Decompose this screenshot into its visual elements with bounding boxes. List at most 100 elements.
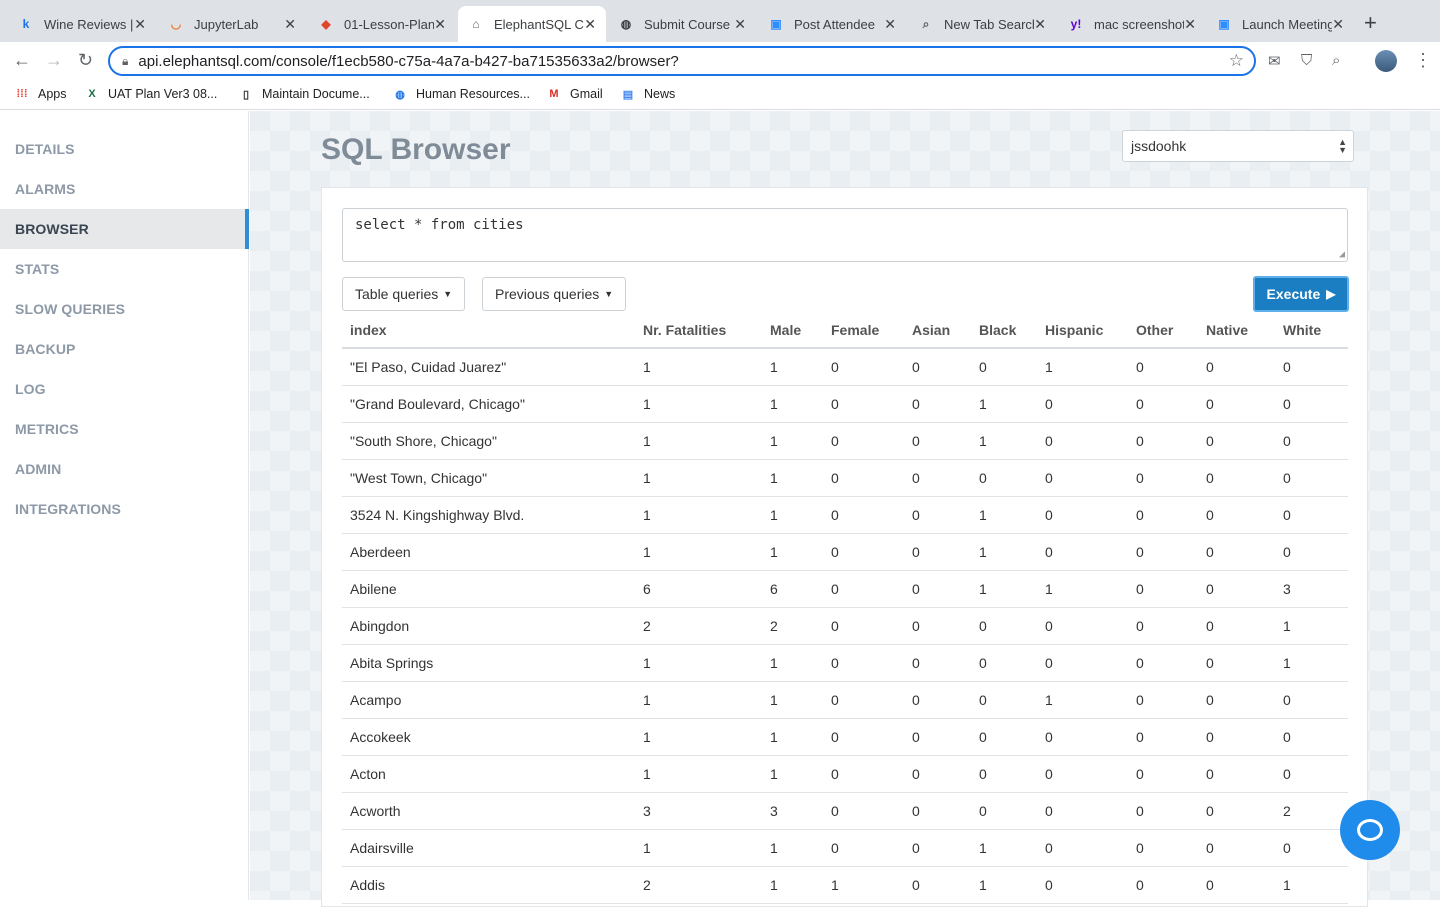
table-cell: 1 [762, 496, 823, 534]
column-header[interactable]: Native [1198, 312, 1275, 349]
table-row: Acton 1 1 0 0 0 0 0 0 0 [342, 755, 1348, 793]
sidebar-item-stats[interactable]: STATS [0, 249, 249, 289]
database-select-value: jssdoohk [1131, 138, 1187, 154]
previous-queries-button[interactable]: Previous queries ▼ [482, 277, 627, 311]
sidebar-item-metrics[interactable]: METRICS [0, 409, 249, 449]
table-cell: 0 [1198, 829, 1275, 867]
shield-extension-icon[interactable]: ⛉ [1301, 52, 1312, 69]
browser-tab[interactable]: ⌂ ElephantSQL C ✕ [458, 6, 606, 42]
close-icon[interactable]: ✕ [434, 16, 446, 33]
lock-icon: 🔒︎ [122, 53, 129, 68]
close-icon[interactable]: ✕ [1332, 16, 1344, 33]
table-cell: 1 [762, 829, 823, 867]
table-cell: 0 [823, 533, 904, 571]
sidebar-item-integrations[interactable]: INTEGRATIONS [0, 489, 249, 529]
table-cell: 0 [1128, 533, 1198, 571]
zoom-magnifier-icon[interactable]: ⌕ [1332, 52, 1340, 69]
results-table: index Nr. Fatalities Male Female Asian Black H… [342, 312, 1348, 904]
bookmark-item[interactable]: ▤ News [620, 86, 675, 102]
column-header[interactable]: Male [762, 312, 823, 349]
table-cell: 1 [971, 570, 1037, 608]
bookmark-item[interactable]: M Gmail [546, 86, 603, 102]
table-cell: 0 [1128, 755, 1198, 793]
close-icon[interactable]: ✕ [584, 16, 596, 33]
results-header-row: index Nr. Fatalities Male Female Asian Black H… [342, 312, 1348, 349]
mail-extension-icon[interactable]: ✉ [1268, 52, 1281, 70]
table-cell: 0 [1128, 829, 1198, 867]
sidebar-item-admin[interactable]: ADMIN [0, 449, 249, 489]
browser-tab[interactable]: y! mac screenshot ✕ [1058, 6, 1206, 42]
column-header[interactable]: Asian [904, 312, 971, 349]
bookmark-item[interactable]: X UAT Plan Ver3 08... [84, 86, 217, 102]
address-bar[interactable]: 🔒︎ api.elephantsql.com/console/f1ecb580-… [108, 46, 1256, 76]
column-header[interactable]: index [342, 312, 635, 349]
column-header[interactable]: Other [1128, 312, 1198, 349]
table-cell: 1 [635, 829, 762, 867]
close-icon[interactable]: ✕ [884, 16, 896, 33]
execute-button[interactable]: Execute ▶ [1253, 276, 1349, 312]
table-cell: 1 [635, 718, 762, 756]
chrome-menu-icon[interactable]: ⋮ [1414, 50, 1432, 71]
close-icon[interactable]: ✕ [1034, 16, 1046, 33]
console-sidebar: DETAILS ALARMS BROWSER STATS SLOW QUERIES BAC… [0, 111, 249, 900]
table-cell: 0 [1198, 681, 1275, 719]
table-cell: 0 [971, 607, 1037, 645]
news-icon: ▤ [622, 88, 634, 101]
browser-tab[interactable]: ◆ 01-Lesson-Plan ✕ [308, 6, 456, 42]
table-cell: 0 [904, 792, 971, 830]
browser-tab[interactable]: ◡ JupyterLab ✕ [158, 6, 306, 42]
table-cell: Acampo [342, 681, 635, 719]
table-row: Acampo 1 1 0 0 0 1 0 0 0 [342, 681, 1348, 719]
sidebar-item-log[interactable]: LOG [0, 369, 249, 409]
sidebar-item-backup[interactable]: BACKUP [0, 329, 249, 369]
reload-icon[interactable]: ↻ [78, 50, 93, 71]
close-icon[interactable]: ✕ [734, 16, 746, 33]
table-cell: 0 [904, 459, 971, 497]
browser-tab[interactable]: ⌕ New Tab Search ✕ [908, 6, 1056, 42]
close-icon[interactable]: ✕ [1184, 16, 1196, 33]
table-row: Acworth 3 3 0 0 0 0 0 0 2 [342, 792, 1348, 830]
new-tab-plus-icon[interactable]: + [1364, 10, 1377, 36]
column-header[interactable]: Nr. Fatalities [635, 312, 762, 349]
table-cell: 0 [1198, 533, 1275, 571]
close-icon[interactable]: ✕ [284, 16, 296, 33]
bookmark-item[interactable]: ▯ Maintain Docume... [238, 86, 370, 102]
bookmark-label: Gmail [570, 87, 603, 101]
bookmark-label: Human Resources... [416, 87, 530, 101]
table-cell: 0 [1128, 792, 1198, 830]
table-cell: 1 [762, 644, 823, 682]
table-cell: 1 [1037, 348, 1128, 386]
table-cell: 0 [1128, 348, 1198, 386]
column-header[interactable]: White [1275, 312, 1348, 349]
table-cell: 0 [823, 422, 904, 460]
excel-icon: X [88, 88, 96, 100]
browser-tab[interactable]: ▣ Post Attendee ✕ [758, 6, 906, 42]
table-cell: 0 [1198, 607, 1275, 645]
browser-tab[interactable]: ▣ Launch Meeting ✕ [1206, 6, 1354, 42]
sql-query-input[interactable]: select * from cities ◢ [342, 208, 1348, 262]
sidebar-item-details[interactable]: DETAILS [0, 129, 249, 169]
sidebar-item-browser[interactable]: BROWSER [0, 209, 249, 249]
bookmark-star-icon[interactable]: ☆ [1229, 51, 1244, 71]
table-cell: 1 [971, 533, 1037, 571]
table-queries-button[interactable]: Table queries ▼ [342, 277, 466, 311]
chat-support-button[interactable] [1340, 800, 1400, 860]
bookmark-item[interactable]: ⁞⁞⁞ Apps [14, 86, 67, 102]
sidebar-item-alarms[interactable]: ALARMS [0, 169, 249, 209]
forward-arrow-icon[interactable]: → [45, 50, 63, 71]
close-icon[interactable]: ✕ [134, 16, 146, 33]
column-header[interactable]: Female [823, 312, 904, 349]
database-select[interactable]: jssdoohk ▲ ▼ [1122, 130, 1354, 162]
resize-grip-icon[interactable]: ◢ [1339, 249, 1345, 260]
browser-tab[interactable]: ◍ Submit Course ✕ [608, 6, 756, 42]
browser-tab[interactable]: k Wine Reviews | ✕ [8, 6, 156, 42]
back-arrow-icon[interactable]: ← [13, 50, 31, 71]
bookmark-item[interactable]: ◍ Human Resources... [392, 86, 530, 102]
browser-tab-title: Submit Course [644, 16, 730, 32]
table-cell: 0 [904, 385, 971, 423]
sidebar-item-slow-queries[interactable]: SLOW QUERIES [0, 289, 249, 329]
column-header[interactable]: Black [971, 312, 1037, 349]
profile-avatar[interactable] [1375, 50, 1397, 72]
table-cell: 0 [823, 829, 904, 867]
column-header[interactable]: Hispanic [1037, 312, 1128, 349]
